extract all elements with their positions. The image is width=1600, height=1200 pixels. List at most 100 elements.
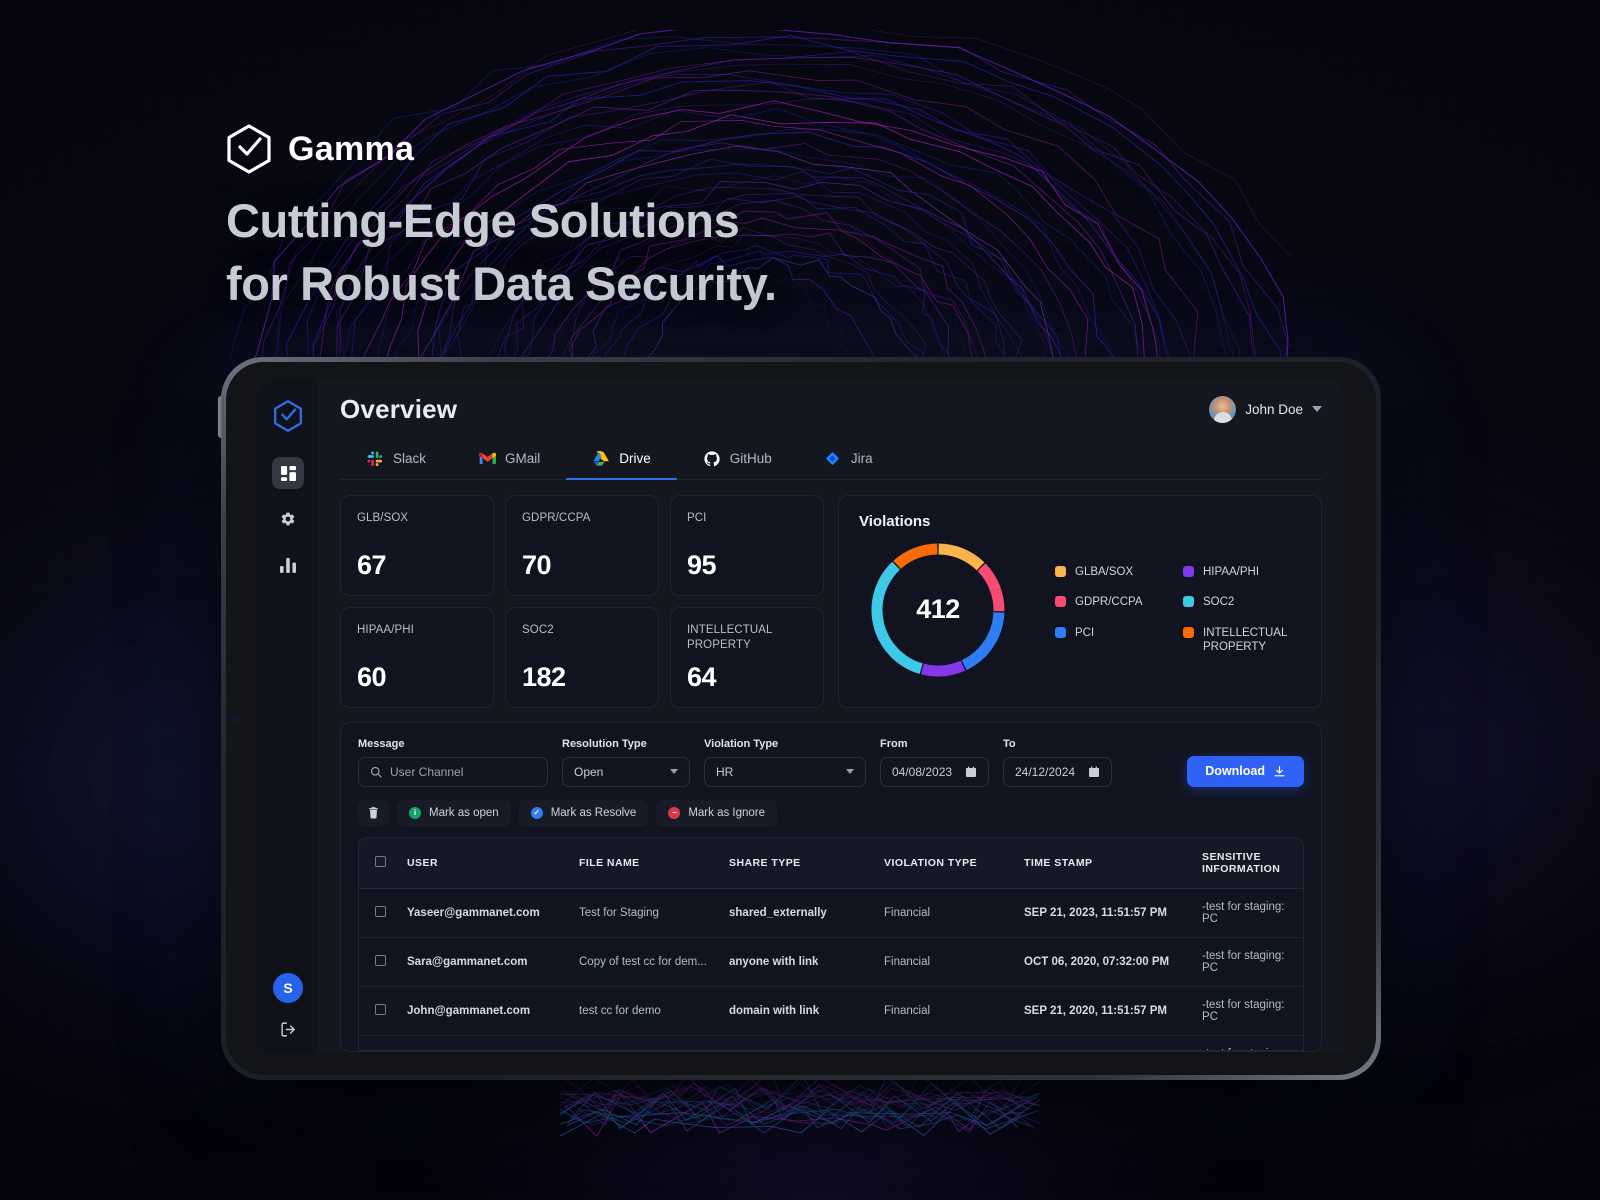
violations-donut-chart: 412 (865, 537, 1011, 683)
stat-cards: GLB/SOX 67 GDPR/CCPA 70 PCI 95 HIPAA/PHI… (340, 494, 824, 708)
avatar (1209, 395, 1237, 423)
stat-value: 67 (357, 549, 387, 580)
table-row[interactable]: Sara@gammanet.com Copy of test cc for de… (359, 937, 1303, 987)
to-date-input[interactable]: 24/12/2024 (1003, 756, 1112, 787)
github-icon (703, 450, 721, 468)
minus-circle-icon: − (668, 806, 681, 819)
user-name: John Doe (1245, 401, 1303, 417)
table-row[interactable]: Max@gammanet.com credit_card_sample.png … (359, 1035, 1303, 1050)
legend-item: SOC2 (1183, 595, 1301, 609)
tab-label: Drive (619, 451, 651, 467)
tablet-button-top (230, 665, 245, 687)
row-select-cell (359, 1035, 397, 1050)
stat-value: 95 (687, 549, 717, 580)
cell-user: Sara@gammanet.com (397, 937, 569, 987)
stat-value: 70 (522, 549, 552, 580)
field-label: To (1003, 737, 1016, 750)
mark-as-resolve-button[interactable]: ✓ Mark as Resolve (518, 799, 649, 826)
table-row[interactable]: Yaseer@gammanet.com Test for Staging sha… (359, 888, 1303, 938)
select-all-checkbox[interactable] (375, 855, 386, 867)
sidebar-account-avatar[interactable]: S (273, 973, 303, 1003)
info-circle-icon: i (409, 806, 421, 819)
stat-card-hipaa-phi[interactable]: HIPAA/PHI 60 (340, 606, 494, 708)
row-checkbox[interactable] (375, 954, 386, 966)
dashboard-grid-icon (280, 465, 296, 481)
violations-card: Violations 412 GLBA/SOX HIPAA/PHI GDPR/C… (838, 494, 1322, 708)
field-label: Resolution Type (562, 737, 647, 750)
download-button[interactable]: Download (1187, 755, 1304, 787)
bar-chart-icon (280, 557, 296, 573)
tab-label: GMail (505, 451, 541, 467)
slack-icon (366, 450, 384, 468)
legend-item: HIPAA/PHI (1183, 565, 1301, 579)
chevron-down-icon (1312, 406, 1322, 413)
stat-label: PCI (687, 511, 707, 524)
column-header-file-name: FILE NAME (569, 837, 719, 889)
stat-card-gdpr-ccpa[interactable]: GDPR/CCPA 70 (505, 494, 659, 596)
cell-file-name: Test for Staging (569, 888, 719, 938)
field-resolution-type: Resolution Type Open (562, 738, 690, 787)
tab-github[interactable]: GitHub (677, 438, 798, 478)
chevron-down-icon (846, 769, 854, 775)
stat-label: HIPAA/PHI (357, 623, 414, 636)
stat-card-glb-sox[interactable]: GLB/SOX 67 (340, 494, 494, 596)
overview-row: GLB/SOX 67 GDPR/CCPA 70 PCI 95 HIPAA/PHI… (340, 494, 1322, 708)
sidebar-logo-icon[interactable] (273, 400, 303, 437)
content-area: GLB/SOX 67 GDPR/CCPA 70 PCI 95 HIPAA/PHI… (340, 480, 1322, 1052)
row-select-cell (359, 888, 397, 938)
delete-button[interactable] (358, 799, 389, 826)
violations-body: 412 GLBA/SOX HIPAA/PHI GDPR/CCPA SOC2 PC… (859, 530, 1301, 690)
cell-violation-type: Financial (874, 888, 1014, 938)
stat-card-soc2[interactable]: SOC2 182 (505, 606, 659, 708)
mark-as-open-button[interactable]: i Mark as open (397, 799, 511, 826)
logout-icon (280, 1022, 295, 1037)
column-header-user: USER (397, 837, 569, 889)
table: USER FILE NAME SHARE TYPE VIOLATION TYPE… (359, 837, 1303, 1050)
action-label: Mark as Resolve (550, 806, 637, 819)
search-input[interactable]: User Channel (358, 756, 548, 787)
cell-violation-type: Financial (874, 937, 1014, 987)
wireframe-floor (560, 1070, 1040, 1137)
table-body: Yaseer@gammanet.com Test for Staging sha… (359, 888, 1303, 1050)
sidebar-item-settings[interactable] (272, 503, 304, 535)
tab-gmail[interactable]: GMail (452, 438, 566, 478)
download-icon (1274, 765, 1285, 777)
tab-label: Jira (850, 451, 873, 467)
tab-slack[interactable]: Slack (340, 438, 452, 478)
sidebar-logout-button[interactable] (280, 1021, 297, 1038)
search-placeholder: User Channel (390, 764, 464, 779)
cell-file-name: credit_card_sample.png (569, 1035, 719, 1050)
violations-title: Violations (859, 512, 931, 530)
stat-card-pci[interactable]: PCI 95 (670, 494, 824, 596)
resolution-type-select[interactable]: Open (562, 756, 690, 787)
field-to-date: To 24/12/2024 (1003, 738, 1112, 787)
sidebar-item-analytics[interactable] (272, 549, 304, 581)
violations-legend: GLBA/SOX HIPAA/PHI GDPR/CCPA SOC2 PCI IN… (1021, 565, 1301, 655)
hero-line-2: for Robust Data Security. (226, 256, 777, 310)
sidebar-item-dashboard[interactable] (272, 457, 304, 489)
violations-table-panel: Message User Channel Resolution Type Ope… (340, 721, 1322, 1052)
hero-headline: Cutting-Edge Solutions for Robust Data S… (226, 190, 777, 316)
table-row[interactable]: John@gammanet.com test cc for demo domai… (359, 986, 1303, 1036)
violation-type-select[interactable]: HR (704, 756, 866, 787)
column-header-sensitive-information: SENSITIVE INFORMATION (1192, 837, 1303, 889)
dashboard-app: S Overview John Doe Slack GMail Drive Gi… (258, 380, 1344, 1052)
row-checkbox[interactable] (375, 1003, 386, 1015)
tablet-side-button (218, 396, 224, 438)
tab-jira[interactable]: Jira (798, 438, 899, 478)
legend-swatch (1055, 626, 1066, 638)
legend-label: INTELLECTUAL PROPERTY (1203, 626, 1287, 654)
from-date-input[interactable]: 04/08/2023 (880, 756, 989, 787)
user-menu[interactable]: John Doe (1209, 395, 1322, 423)
mark-as-ignore-button[interactable]: − Mark as Ignore (656, 799, 778, 826)
legend-swatch (1183, 626, 1194, 638)
violation-type-value: HR (716, 764, 734, 779)
tab-drive[interactable]: Drive (566, 438, 677, 481)
cell-sensitive-information: -test for staging: PC (1192, 986, 1303, 1036)
row-checkbox[interactable] (375, 905, 386, 917)
tablet-button-mid (230, 733, 245, 753)
stat-card-intellectual-property[interactable]: INTELLECTUAL PROPERTY 64 (670, 606, 824, 708)
download-label: Download (1205, 764, 1265, 779)
legend-swatch (1183, 566, 1194, 578)
trash-icon (369, 807, 378, 819)
